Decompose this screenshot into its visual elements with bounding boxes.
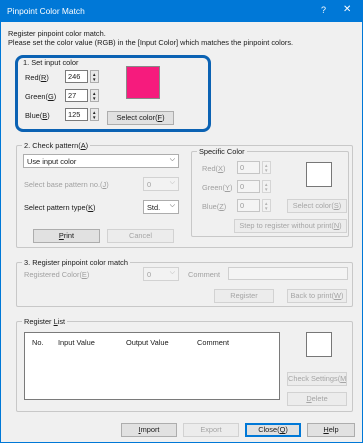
register-list-table[interactable]: No. Input Value Output Value Comment <box>24 332 280 400</box>
specific-blue-arrows[interactable]: ▲ ▼ <box>262 199 271 212</box>
chevron-down-icon: ⌵ <box>169 179 175 186</box>
chevron-down-icon: ⌵ <box>169 269 175 276</box>
green-spin-arrows[interactable]: ▲ ▼ <box>90 89 99 102</box>
specific-color-swatch <box>306 162 332 187</box>
input-color-swatch <box>126 66 160 99</box>
registered-color-select[interactable]: 0 ⌵ <box>143 267 179 281</box>
input-color-legend: 1. Set input color <box>23 58 79 67</box>
register-list-legend: Register List <box>22 317 68 326</box>
register-match-legend: 3. Register pinpoint color match <box>22 258 130 267</box>
comment-label: Comment <box>188 270 221 279</box>
select-color-button[interactable]: Select color(F) <box>107 111 174 125</box>
column-header-no[interactable]: No. <box>32 338 44 347</box>
base-pattern-label: Select base pattern no.(J) <box>24 180 109 189</box>
import-button[interactable]: Import <box>121 423 177 437</box>
list-color-swatch <box>306 332 332 357</box>
check-settings-button[interactable]: Check Settings(M) <box>287 372 347 386</box>
green-value[interactable]: 27 <box>65 89 88 102</box>
red-value[interactable]: 246 <box>65 70 88 83</box>
back-to-print-button[interactable]: Back to print(W) <box>287 289 347 303</box>
green-label: Green(G) <box>25 92 57 101</box>
column-header-output-value[interactable]: Output Value <box>126 338 169 347</box>
blue-spin-arrows[interactable]: ▲ ▼ <box>90 108 99 121</box>
register-button[interactable]: Register <box>214 289 274 303</box>
close-window-button[interactable]: ✕ <box>343 4 351 15</box>
title-bar: Pinpoint Color Match ? ✕ <box>0 0 363 22</box>
registered-color-label: Registered Color(E) <box>24 270 90 279</box>
pattern-type-label: Select pattern type(K) <box>24 203 96 212</box>
export-button[interactable]: Export <box>183 423 239 437</box>
help-title-button[interactable]: ? <box>321 5 326 15</box>
close-button[interactable]: Close(Q) <box>245 423 301 437</box>
window-title: Pinpoint Color Match <box>7 6 85 16</box>
red-label: Red(R) <box>25 73 49 82</box>
blue-value[interactable]: 125 <box>65 108 88 121</box>
specific-select-color-button[interactable]: Select color(S) <box>287 199 347 213</box>
check-pattern-legend: 2. Check pattern(A) <box>22 141 91 150</box>
specific-red-value[interactable]: 0 <box>237 161 260 174</box>
pattern-type-select[interactable]: Std. ⌵ <box>143 200 179 214</box>
delete-button[interactable]: Delete <box>287 392 347 406</box>
specific-green-value[interactable]: 0 <box>237 180 260 193</box>
specific-blue-label: Blue(Z) <box>202 202 227 211</box>
column-header-comment[interactable]: Comment <box>197 338 229 347</box>
specific-color-legend: Specific Color <box>197 147 247 156</box>
chevron-down-icon: ⌵ <box>169 202 175 209</box>
specific-red-label: Red(X) <box>202 164 226 173</box>
specific-red-arrows[interactable]: ▲ ▼ <box>262 161 271 174</box>
red-spin-arrows[interactable]: ▲ ▼ <box>90 70 99 83</box>
specific-green-arrows[interactable]: ▲ ▼ <box>262 180 271 193</box>
step-register-without-print-button[interactable]: Step to register without print(N) <box>234 219 347 233</box>
help-button[interactable]: Help <box>307 423 355 437</box>
specific-green-label: Green(Y) <box>202 183 233 192</box>
cancel-print-button[interactable]: Cancel <box>107 229 174 243</box>
check-pattern-mode-select[interactable]: Use input color ⌵ <box>23 154 179 168</box>
comment-input[interactable] <box>228 267 348 280</box>
print-button[interactable]: Print <box>33 229 100 243</box>
specific-blue-value[interactable]: 0 <box>237 199 260 212</box>
base-pattern-select[interactable]: 0 ⌵ <box>143 177 179 191</box>
column-header-input-value[interactable]: Input Value <box>58 338 95 347</box>
intro-line-2: Please set the color value (RGB) in the … <box>8 38 294 47</box>
blue-label: Blue(B) <box>25 111 50 120</box>
intro-line-1: Register pinpoint color match. <box>8 29 106 38</box>
chevron-down-icon: ⌵ <box>169 156 175 163</box>
